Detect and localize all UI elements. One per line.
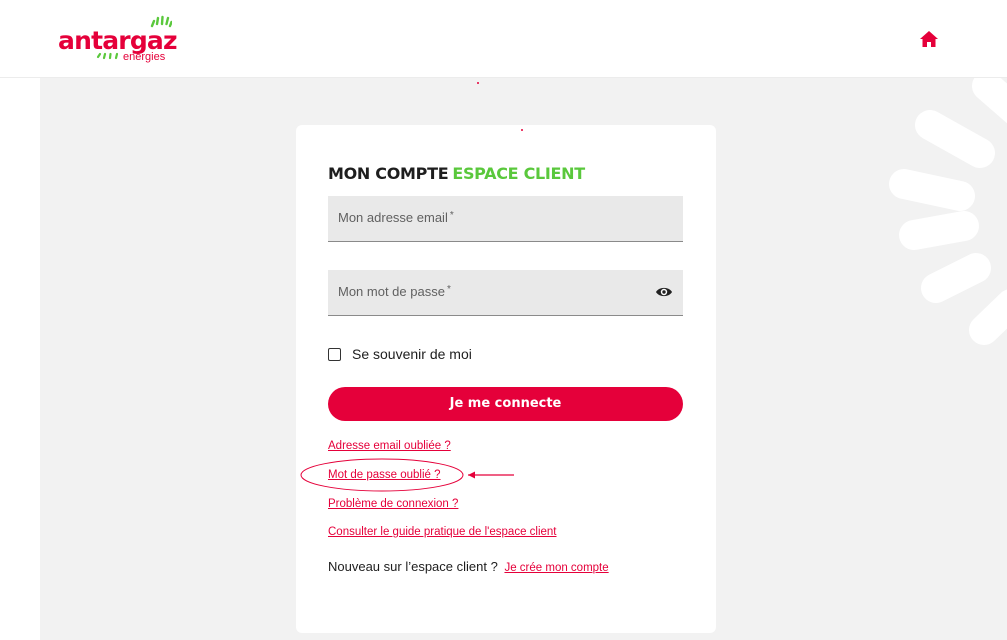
title-accent: ESPACE CLIENT bbox=[452, 164, 585, 183]
header: antargaz energies bbox=[0, 0, 1007, 78]
login-button[interactable]: Je me connecte bbox=[328, 387, 683, 421]
annotation-arrow-head bbox=[468, 471, 475, 479]
decor-dot bbox=[521, 129, 523, 131]
remember-me[interactable]: Se souvenir de moi bbox=[328, 346, 472, 362]
remember-label: Se souvenir de moi bbox=[352, 346, 472, 362]
remember-checkbox[interactable] bbox=[328, 347, 341, 361]
title-main: MON COMPTE bbox=[328, 164, 449, 183]
antargaz-logo[interactable]: antargaz energies bbox=[58, 14, 178, 66]
password-field[interactable]: Mon mot de passe * bbox=[328, 270, 683, 316]
decor-dot bbox=[477, 82, 479, 84]
password-input[interactable] bbox=[328, 270, 683, 315]
login-card: MON COMPTE ESPACE CLIENT Mon adresse emai… bbox=[296, 125, 716, 633]
home-icon[interactable] bbox=[919, 30, 939, 48]
eye-icon[interactable] bbox=[655, 285, 673, 299]
email-input[interactable] bbox=[328, 196, 683, 241]
background-rays-icon bbox=[889, 78, 1007, 345]
login-problem-link[interactable]: Problème de connexion ? bbox=[328, 498, 458, 510]
forgot-password-link[interactable]: Mot de passe oublié ? bbox=[328, 469, 441, 481]
logo-subtitle: energies bbox=[123, 51, 166, 63]
logo-rays-bottom-icon bbox=[96, 52, 119, 60]
new-user-row: Nouveau sur l’espace client ? Je crée mo… bbox=[328, 559, 609, 574]
guide-link[interactable]: Consulter le guide pratique de l'espace … bbox=[328, 526, 557, 538]
create-account-link[interactable]: Je crée mon compte bbox=[504, 562, 608, 574]
forgot-email-link[interactable]: Adresse email oubliée ? bbox=[328, 440, 451, 452]
new-user-text: Nouveau sur l’espace client ? bbox=[328, 559, 498, 574]
page-title: MON COMPTE ESPACE CLIENT bbox=[328, 164, 585, 183]
main-area: MON COMPTE ESPACE CLIENT Mon adresse emai… bbox=[40, 78, 1007, 640]
email-field[interactable]: Mon adresse email * bbox=[328, 196, 683, 242]
